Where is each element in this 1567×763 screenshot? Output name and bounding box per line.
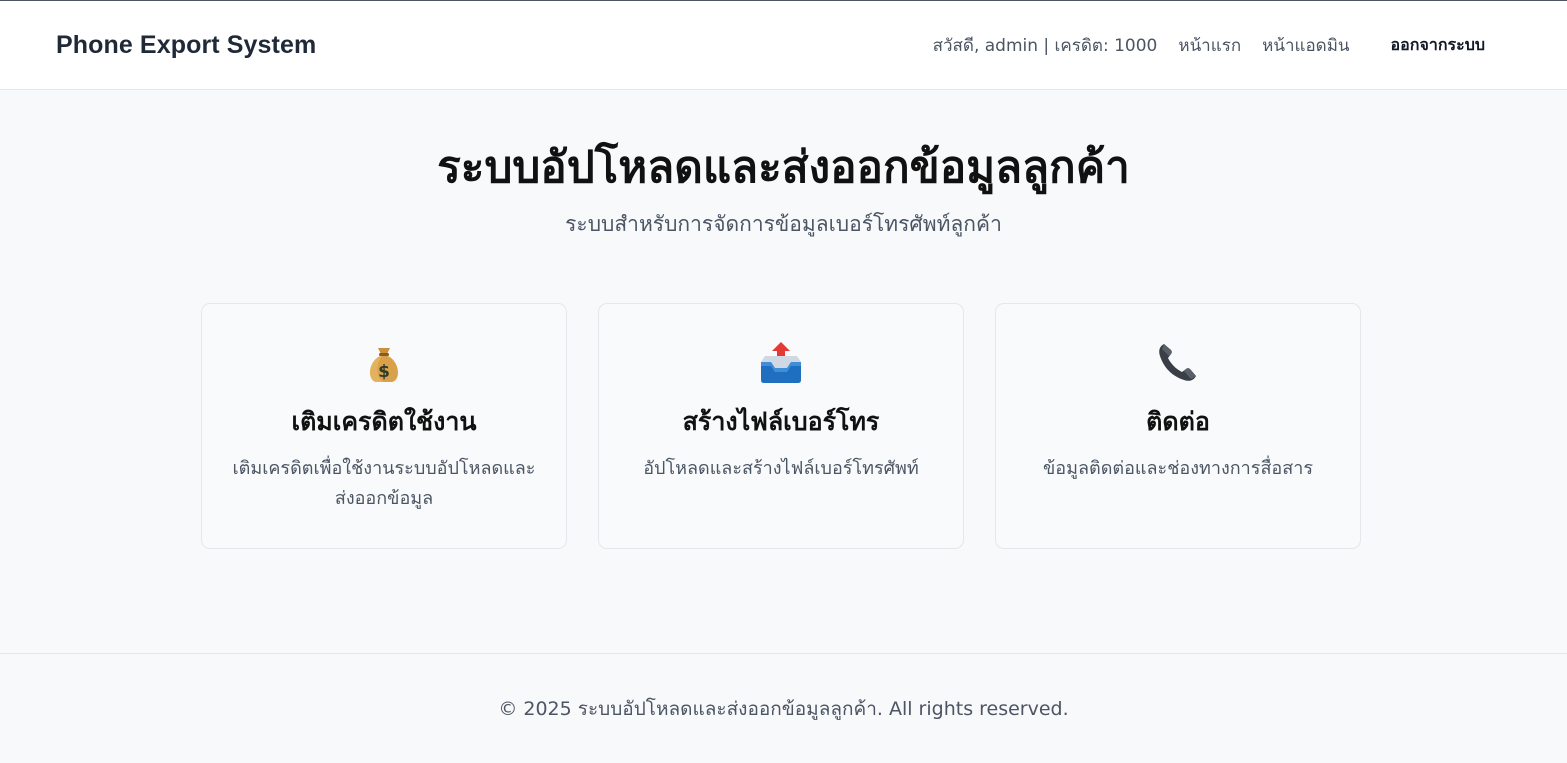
main-content: ระบบอัปโหลดและส่งออกข้อมูลลูกค้า ระบบสำห… xyxy=(0,90,1567,653)
nav-link-admin[interactable]: หน้าแอดมิน xyxy=(1262,32,1349,59)
feature-cards: $ เติมเครดิตใช้งาน เติมเครดิตเพื่อใช้งาน… xyxy=(201,303,1361,549)
navbar: Phone Export System สวัสดี, admin | เครด… xyxy=(0,1,1567,90)
card-contact[interactable]: ติดต่อ ข้อมูลติดต่อและช่องทางการสื่อสาร xyxy=(995,303,1361,549)
card-description: เติมเครดิตเพื่อใช้งานระบบอัปโหลดและส่งออ… xyxy=(232,458,536,509)
svg-text:$: $ xyxy=(378,362,390,382)
nav-menu: สวัสดี, admin | เครดิต: 1000 หน้าแรก หน้… xyxy=(933,32,1485,59)
brand-logo[interactable]: Phone Export System xyxy=(56,31,316,60)
card-topup-credit[interactable]: $ เติมเครดิตใช้งาน เติมเครดิตเพื่อใช้งาน… xyxy=(201,303,567,549)
card-description: อัปโหลดและสร้างไฟล์เบอร์โทรศัพท์ xyxy=(643,458,919,479)
card-create-phone-file[interactable]: สร้างไฟล์เบอร์โทร อัปโหลดและสร้างไฟล์เบอ… xyxy=(598,303,964,549)
card-title: สร้างไฟล์เบอร์โทร xyxy=(682,407,880,436)
page-title: ระบบอัปโหลดและส่งออกข้อมูลลูกค้า xyxy=(437,142,1130,193)
telephone-icon xyxy=(1159,344,1196,381)
money-bag-icon: $ xyxy=(370,348,398,382)
logout-button[interactable]: ออกจากระบบ xyxy=(1391,33,1485,58)
card-description: ข้อมูลติดต่อและช่องทางการสื่อสาร xyxy=(1043,458,1313,479)
card-title: ติดต่อ xyxy=(1146,407,1210,436)
footer: © 2025 ระบบอัปโหลดและส่งออกข้อมูลลูกค้า.… xyxy=(0,653,1567,763)
copyright-text: © 2025 ระบบอัปโหลดและส่งออกข้อมูลลูกค้า.… xyxy=(498,697,1069,720)
nav-link-home[interactable]: หน้าแรก xyxy=(1178,32,1241,59)
user-greeting: สวัสดี, admin | เครดิต: 1000 xyxy=(932,35,1158,56)
card-title: เติมเครดิตใช้งาน xyxy=(291,407,477,436)
page-subtitle: ระบบสำหรับการจัดการข้อมูลเบอร์โทรศัพท์ลู… xyxy=(565,212,1002,236)
outbox-tray-icon xyxy=(761,342,801,383)
